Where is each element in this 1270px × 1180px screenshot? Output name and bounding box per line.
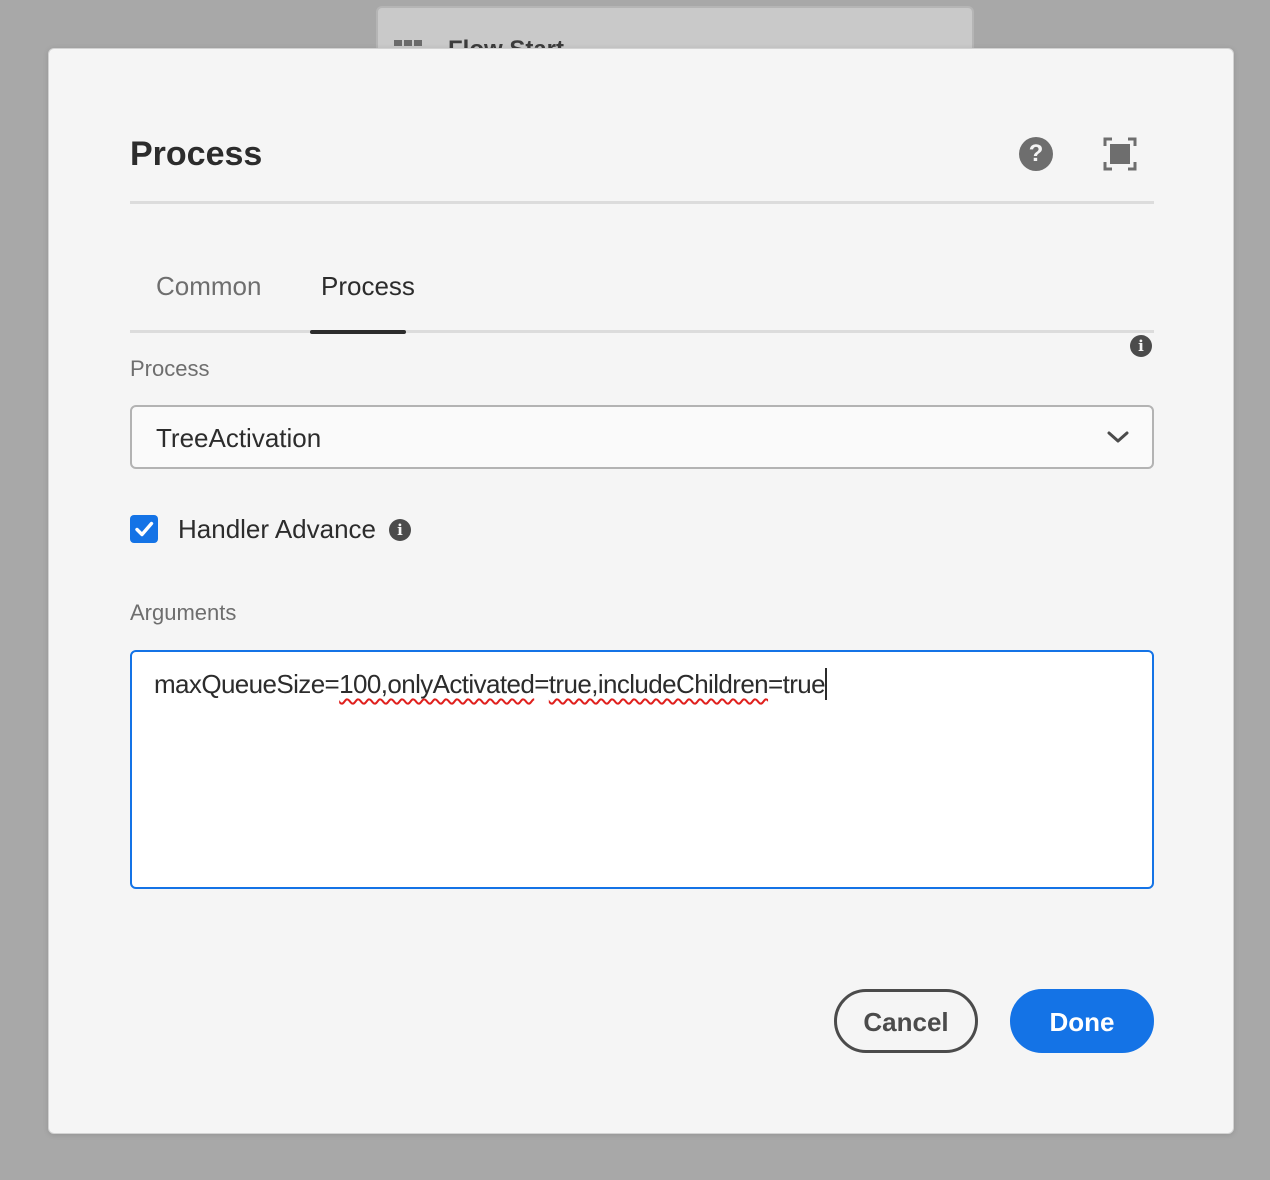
tab-common[interactable]: Common	[156, 269, 261, 303]
process-info-icon[interactable]: i	[1130, 335, 1152, 357]
process-select-value: TreeActivation	[156, 423, 322, 453]
text-caret	[825, 668, 828, 700]
process-select[interactable]: TreeActivation	[130, 405, 1154, 469]
arguments-value: maxQueueSize=100,onlyActivated=true,incl…	[154, 668, 828, 700]
process-dialog: Process ? Common Process i Process TreeA…	[48, 48, 1234, 1134]
process-field-label: Process	[130, 356, 210, 381]
handler-advance-checkbox[interactable]	[130, 515, 158, 543]
handler-advance-info-icon[interactable]: i	[389, 519, 411, 541]
dialog-title: Process	[130, 135, 263, 173]
tab-process[interactable]: Process	[321, 269, 415, 303]
tabs-divider	[130, 330, 1154, 333]
done-button[interactable]: Done	[1010, 989, 1154, 1053]
tab-list: Common Process	[130, 259, 1154, 334]
checkmark-icon	[135, 521, 154, 537]
arguments-field-label: Arguments	[130, 600, 237, 625]
header-divider	[130, 201, 1154, 204]
fullscreen-icon[interactable]	[1103, 137, 1137, 171]
handler-advance-label[interactable]: Handler Advance	[178, 513, 376, 545]
arguments-text-part-misspelled: 100,onlyActivated	[339, 669, 535, 699]
arguments-textarea[interactable]: maxQueueSize=100,onlyActivated=true,incl…	[130, 650, 1154, 889]
help-icon[interactable]: ?	[1019, 137, 1053, 171]
cancel-button[interactable]: Cancel	[834, 989, 978, 1053]
tab-selected-indicator	[310, 330, 406, 334]
arguments-text-part: =true	[768, 669, 826, 699]
arguments-text-part: maxQueueSize=	[154, 669, 340, 699]
chevron-down-icon	[1107, 431, 1129, 443]
arguments-text-part-misspelled: true,includeChildren	[548, 669, 769, 699]
arguments-text-part: =	[534, 669, 549, 699]
